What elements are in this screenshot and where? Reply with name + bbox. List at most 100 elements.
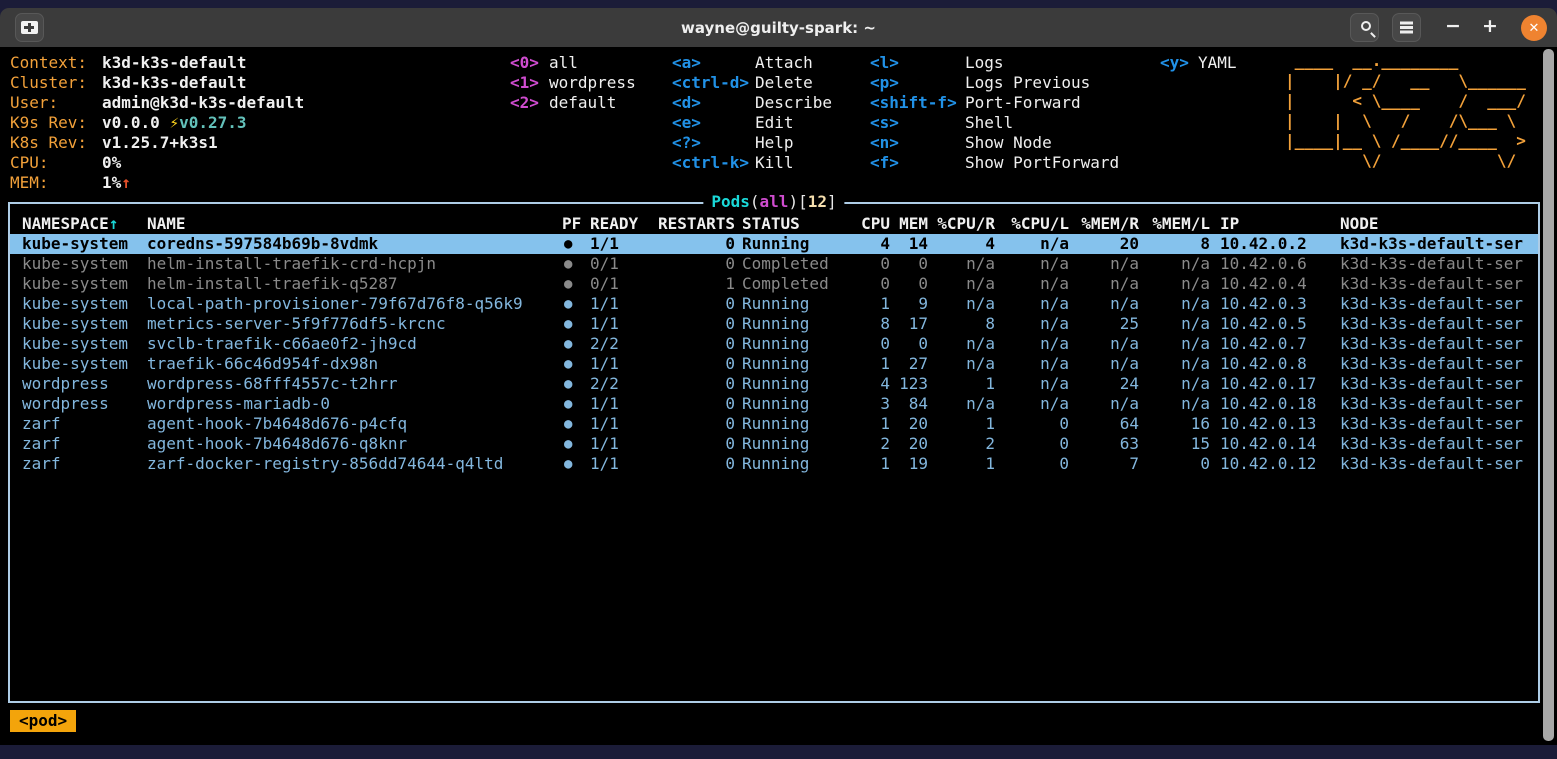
cell-cpu: 1 [852, 454, 890, 474]
cell-mem-l: n/a [1139, 394, 1210, 414]
col-mem[interactable]: MEM [890, 214, 928, 234]
cell-ready: 1/1 [590, 414, 650, 434]
info-label: CPU: [10, 153, 102, 173]
hotkey-row: <l> Logs [870, 53, 1119, 73]
info-value: v0.0.0 [102, 113, 169, 133]
cell-ready: 0/1 [590, 274, 650, 294]
cell-cpu-r: n/a [928, 334, 995, 354]
pod-row[interactable]: kube-system helm-install-traefik-crd-hcp… [10, 254, 1538, 274]
info-row: CPU: 0% [10, 153, 304, 173]
menu-button[interactable] [1392, 13, 1421, 42]
cell-ip: 10.42.0.8 [1210, 354, 1330, 374]
col-cpu[interactable]: CPU [852, 214, 890, 234]
cell-cpu-l: n/a [995, 354, 1069, 374]
cell-mem-l: 8 [1139, 234, 1210, 254]
col-pf[interactable]: PF [562, 214, 590, 234]
info-value: k3d-k3s-default [102, 73, 247, 93]
pf-dot-icon: ● [562, 414, 590, 434]
cell-status: Running [735, 454, 852, 474]
hotkey-label: Show Node [965, 133, 1052, 153]
hotkey-label: Logs Previous [965, 73, 1090, 93]
pf-dot-icon: ● [562, 434, 590, 454]
pod-row[interactable]: kube-system metrics-server-5f9f776df5-kr… [10, 314, 1538, 334]
cell-restarts: 0 [650, 414, 735, 434]
col-status[interactable]: STATUS [735, 214, 852, 234]
pod-row[interactable]: kube-system svclb-traefik-c66ae0f2-jh9cd… [10, 334, 1538, 354]
hotkey-row: <shift-f> Port-Forward [870, 93, 1119, 113]
cell-cpu-l: n/a [995, 234, 1069, 254]
pf-dot-icon: ● [562, 374, 590, 394]
cell-status: Running [735, 434, 852, 454]
hotkey-label: Shell [965, 113, 1013, 133]
pod-row[interactable]: zarf zarf-docker-registry-856dd74644-q4l… [10, 454, 1538, 474]
pod-row[interactable]: zarf agent-hook-7b4648d676-p4cfq ● 1/1 0… [10, 414, 1538, 434]
col-name[interactable]: NAME [147, 214, 562, 234]
cell-namespace: kube-system [22, 254, 147, 274]
hotkey-row: <a> Attach [672, 53, 832, 73]
pod-row[interactable]: kube-system local-path-provisioner-79f67… [10, 294, 1538, 314]
col-restarts[interactable]: RESTARTS [650, 214, 735, 234]
minimize-button[interactable]: − [1443, 8, 1463, 47]
cell-mem: 0 [890, 254, 928, 274]
info-row: Context: k3d-k3s-default [10, 53, 304, 73]
search-button[interactable] [1350, 13, 1379, 42]
maximize-button[interactable]: + [1480, 8, 1500, 47]
cell-ready: 1/1 [590, 314, 650, 334]
hotkey-row: <n> Show Node [870, 133, 1119, 153]
cell-mem-r: 63 [1069, 434, 1139, 454]
terminal-scrollbar[interactable] [1543, 49, 1554, 741]
cell-node: k3d-k3s-default-ser [1330, 294, 1538, 314]
cell-node: k3d-k3s-default-ser [1330, 334, 1538, 354]
hotkey-key: <p> [870, 73, 965, 93]
pod-row[interactable]: kube-system helm-install-traefik-q5287 ●… [10, 274, 1538, 294]
cell-cpu-l: 0 [995, 454, 1069, 474]
cell-cpu-r: 8 [928, 314, 995, 334]
cell-name: coredns-597584b69b-8vdmk [147, 234, 562, 254]
col-ip[interactable]: IP [1210, 214, 1330, 234]
col-ready[interactable]: READY [590, 214, 650, 234]
col-mem-r[interactable]: %MEM/R [1069, 214, 1139, 234]
cell-namespace: zarf [22, 434, 147, 454]
close-button[interactable]: ✕ [1521, 15, 1547, 41]
hotkey-row: <2> default [510, 93, 636, 113]
cell-mem-l: 16 [1139, 414, 1210, 434]
action-hotkeys-col2: <l> Logs <p> Logs Previous <shift-f> Por… [870, 53, 1119, 173]
new-tab-button[interactable] [15, 13, 44, 42]
pod-row[interactable]: kube-system coredns-597584b69b-8vdmk ● 1… [10, 234, 1538, 254]
cell-node: k3d-k3s-default-ser [1330, 254, 1538, 274]
cell-status: Running [735, 334, 852, 354]
cell-ip: 10.42.0.5 [1210, 314, 1330, 334]
hotkey-label: Attach [755, 53, 813, 73]
col-cpu-r[interactable]: %CPU/R [928, 214, 995, 234]
cell-ip: 10.42.0.12 [1210, 454, 1330, 474]
cluster-info-panel: Context: k3d-k3s-default Cluster: k3d-k3… [10, 53, 304, 193]
pod-row[interactable]: wordpress wordpress-mariadb-0 ● 1/1 0 Ru… [10, 394, 1538, 414]
cell-ip: 10.42.0.13 [1210, 414, 1330, 434]
cell-namespace: kube-system [22, 274, 147, 294]
col-mem-l[interactable]: %MEM/L [1139, 214, 1210, 234]
cell-ready: 1/1 [590, 354, 650, 374]
cell-cpu: 2 [852, 434, 890, 454]
col-namespace[interactable]: NAMESPACE↑ [22, 214, 147, 234]
cell-node: k3d-k3s-default-ser [1330, 434, 1538, 454]
hotkey-key: <ctrl-k> [672, 153, 755, 173]
pod-row[interactable]: wordpress wordpress-68fff4557c-t2hrr ● 2… [10, 374, 1538, 394]
cell-namespace: kube-system [22, 334, 147, 354]
cell-mem: 123 [890, 374, 928, 394]
col-cpu-l[interactable]: %CPU/L [995, 214, 1069, 234]
hotkey-label: Describe [755, 93, 832, 113]
cell-cpu-r: 1 [928, 414, 995, 434]
cell-status: Running [735, 294, 852, 314]
cell-mem-r: n/a [1069, 254, 1139, 274]
cell-ready: 1/1 [590, 454, 650, 474]
hotkey-row: <ctrl-k> Kill [672, 153, 832, 173]
upgrade-version: v0.27.3 [179, 113, 246, 133]
info-label: User: [10, 93, 102, 113]
cell-restarts: 0 [650, 454, 735, 474]
namespace-scope: all [760, 192, 789, 211]
cell-mem-l: 0 [1139, 454, 1210, 474]
cell-mem-l: n/a [1139, 274, 1210, 294]
pod-row[interactable]: zarf agent-hook-7b4648d676-q8knr ● 1/1 0… [10, 434, 1538, 454]
col-node[interactable]: NODE [1330, 214, 1538, 234]
pod-row[interactable]: kube-system traefik-66c46d954f-dx98n ● 1… [10, 354, 1538, 374]
